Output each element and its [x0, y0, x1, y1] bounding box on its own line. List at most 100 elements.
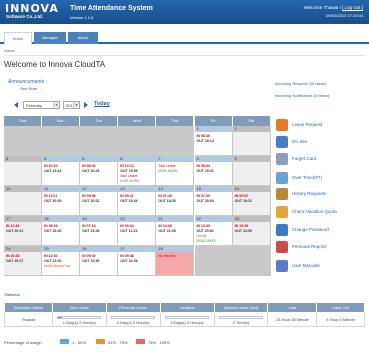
calendar-day-cell[interactable]: 6 IN 10:12 OUT 19:09 Sick Leave (9:00-10:00)	[118, 156, 157, 186]
calendar-day-cell[interactable]: 5 IN 08:30 OUT 20:23	[80, 156, 119, 186]
calendar-day-cell[interactable]: 24 IN 10:38 OUT 19:27	[4, 246, 43, 276]
side-menu-label: User Manuals	[292, 263, 320, 268]
logout-link[interactable]: [ Log Out ]	[342, 5, 363, 10]
usage-bar	[165, 315, 210, 319]
side-menu-label: Leave Request	[292, 122, 323, 127]
calendar-day-cell[interactable]: 14 IN 07:45 OUT 18:35	[156, 186, 195, 216]
day-number: 18	[44, 216, 49, 221]
attendance-entry: OUT 23:49	[82, 229, 100, 233]
attendance-entry: OUT 20:22	[82, 199, 100, 203]
current-datetime: 09/03/2013 17:10:04	[326, 13, 363, 18]
calendar-day-cell[interactable]: 2	[232, 126, 271, 156]
attendance-entry: IN 09:02	[234, 194, 249, 198]
attendance-entry: (9:00-18:00)	[196, 239, 216, 243]
day-number: 3	[6, 156, 9, 161]
calendar-day-cell[interactable]: 20 IN 09:34 OUT 11:24	[118, 216, 157, 246]
calendar-day-cell[interactable]: 22 IN 13:49 OUT 20:51 Onsite (9:00-18:00)	[194, 216, 233, 246]
prev-month-icon[interactable]	[14, 102, 18, 108]
divider	[4, 55, 365, 56]
table-row: Thawat 1 Day(s) 2 Hour(s) 0 Day(s) 0 Hou…	[4, 312, 365, 327]
chevron-down-icon: ▼	[73, 102, 79, 108]
company-name: Software Co.,Ltd.	[6, 14, 43, 19]
vacation-quota-icon	[276, 206, 288, 218]
day-number: 2	[234, 126, 237, 131]
calendar-day-cell[interactable]: 27 IN 09:48 OUT 22:26	[118, 246, 157, 276]
day-number: 24	[6, 246, 11, 251]
usage-fill	[58, 316, 63, 318]
see-more-link[interactable]: See More ...	[20, 86, 42, 91]
employee-name: Thawat	[4, 312, 53, 327]
calendar-day-cell[interactable]: 15 IN 07:39 OUT 18:04	[194, 186, 233, 216]
password-icon	[276, 224, 288, 236]
calendar-day-cell[interactable]: 9	[232, 156, 271, 186]
attendance-entry: IN 08:36	[196, 134, 210, 138]
side-menu-label: Forget Card	[292, 156, 317, 161]
legend-swatch	[96, 339, 105, 344]
tab-about[interactable]: About	[68, 32, 98, 44]
calendar-day-cell[interactable]: 23 IN 10:26 OUT 23:55	[232, 216, 271, 246]
today-link[interactable]: Today	[94, 101, 110, 107]
personal-leave-cell: 0 Day(s) 0 Hour(s)	[105, 312, 161, 327]
vacation-value: 0 Day(s) 0 Hour(s)	[170, 319, 204, 325]
weekday-header: Fri	[194, 116, 233, 126]
calendar-day-cell[interactable]: 21 IN 14:36 OUT 21:08	[156, 216, 195, 246]
day-number: 1	[196, 126, 199, 131]
tab-manager[interactable]: Manager	[34, 32, 66, 44]
header-bar: INNOVA Software Co.,Ltd. Time Attendance…	[0, 0, 369, 24]
early-out-value: 8 Hour 0 Minute	[316, 312, 365, 327]
table-header-row: Employee Name Sick Leave Personal Leave …	[4, 302, 365, 313]
side-menu-label: Personal Reports	[292, 244, 327, 249]
incoming-notification-link[interactable]: Incoming Notification (5 News)	[275, 93, 329, 98]
calendar-empty-cell	[118, 126, 157, 156]
announcements-label: Announcements :	[8, 79, 47, 85]
attendance-entry: OUT 19:22	[234, 199, 252, 203]
calendar-day-cell[interactable]: 18 IN 09:03 OUT 23:40	[42, 216, 81, 246]
company-logo: INNOVA	[5, 2, 59, 15]
weekday-header: Sat	[232, 116, 271, 126]
day-number: 14	[158, 186, 163, 191]
calendar-day-cell[interactable]: 4 IN 10:20 OUT 21:44	[42, 156, 81, 186]
day-number: 21	[158, 216, 163, 221]
calendar-day-cell[interactable]: 16 IN 09:02 OUT 19:22	[232, 186, 271, 216]
attendance-entry: Mafia Bucha Day	[44, 264, 71, 268]
year-select[interactable]: 2013 ▼	[63, 101, 80, 109]
day-number: 11	[44, 186, 49, 191]
calendar-empty-cell	[232, 246, 271, 276]
calendar-day-cell[interactable]: 7 Sick Leave (9:00-18:00)	[156, 156, 195, 186]
day-number: 28	[158, 246, 163, 251]
month-value: February	[26, 103, 43, 108]
day-number: 16	[234, 186, 240, 191]
attendance-entry: IN 14:36	[158, 224, 172, 228]
day-number: 23	[234, 216, 240, 221]
calendar-day-cell[interactable]: 3	[4, 156, 43, 186]
calendar-day-cell[interactable]: 19 IN 07:13 OUT 23:49	[80, 216, 119, 246]
attendance-entry: IN 14:30	[44, 254, 58, 258]
calendar-day-cell[interactable]: 28 No Record	[156, 246, 195, 276]
next-month-icon[interactable]	[84, 102, 88, 108]
legend-swatch	[60, 339, 69, 344]
tab-home[interactable]: Home	[4, 32, 32, 45]
usage-bar	[219, 315, 263, 319]
attendance-entry: OUT 22:26	[120, 259, 138, 263]
calendar-day-cell[interactable]: 13 IN 09:11 OUT 18:34	[118, 186, 157, 216]
calendar-day-cell[interactable]: 25 IN 14:30 OUT 22:20 Mafia Bucha Day	[42, 246, 81, 276]
special-leave-value: 0 Time(s)	[232, 319, 250, 325]
statistics-label: Statistics	[4, 292, 21, 297]
main-nav: Home Manager About	[0, 32, 369, 45]
calendar-day-cell[interactable]: 8 IN 08:44 OUT 19:21	[194, 156, 233, 186]
month-select[interactable]: February ▼	[23, 101, 60, 109]
calendar-day-cell[interactable]: 26 IN 09:40 OUT 23:30	[80, 246, 119, 276]
calendar-day-cell[interactable]: 1 IN 08:36 OUT 18:14	[194, 126, 233, 156]
calendar-day-cell[interactable]: 17 IN 12:49 OUT 20:21	[4, 216, 43, 246]
attendance-entry: No Record	[158, 254, 176, 258]
calendar-day-cell[interactable]: 12 IN 09:06 OUT 20:22	[80, 186, 119, 216]
incoming-request-link[interactable]: Incoming Request (99 News)	[275, 81, 327, 86]
weekday-header: Wed	[118, 116, 157, 126]
calendar-day-cell[interactable]: 10	[4, 186, 43, 216]
calendar-day-cell[interactable]: 11 IN 11:01 OUT 20:39	[42, 186, 81, 216]
attendance-entry: IN 09:40	[82, 254, 96, 258]
attendance-entry: OUT 21:08	[158, 229, 176, 233]
col-late: Late	[267, 302, 318, 313]
day-header-band	[4, 156, 42, 162]
page-title: Welcome to Innova CloudTA	[4, 60, 106, 69]
